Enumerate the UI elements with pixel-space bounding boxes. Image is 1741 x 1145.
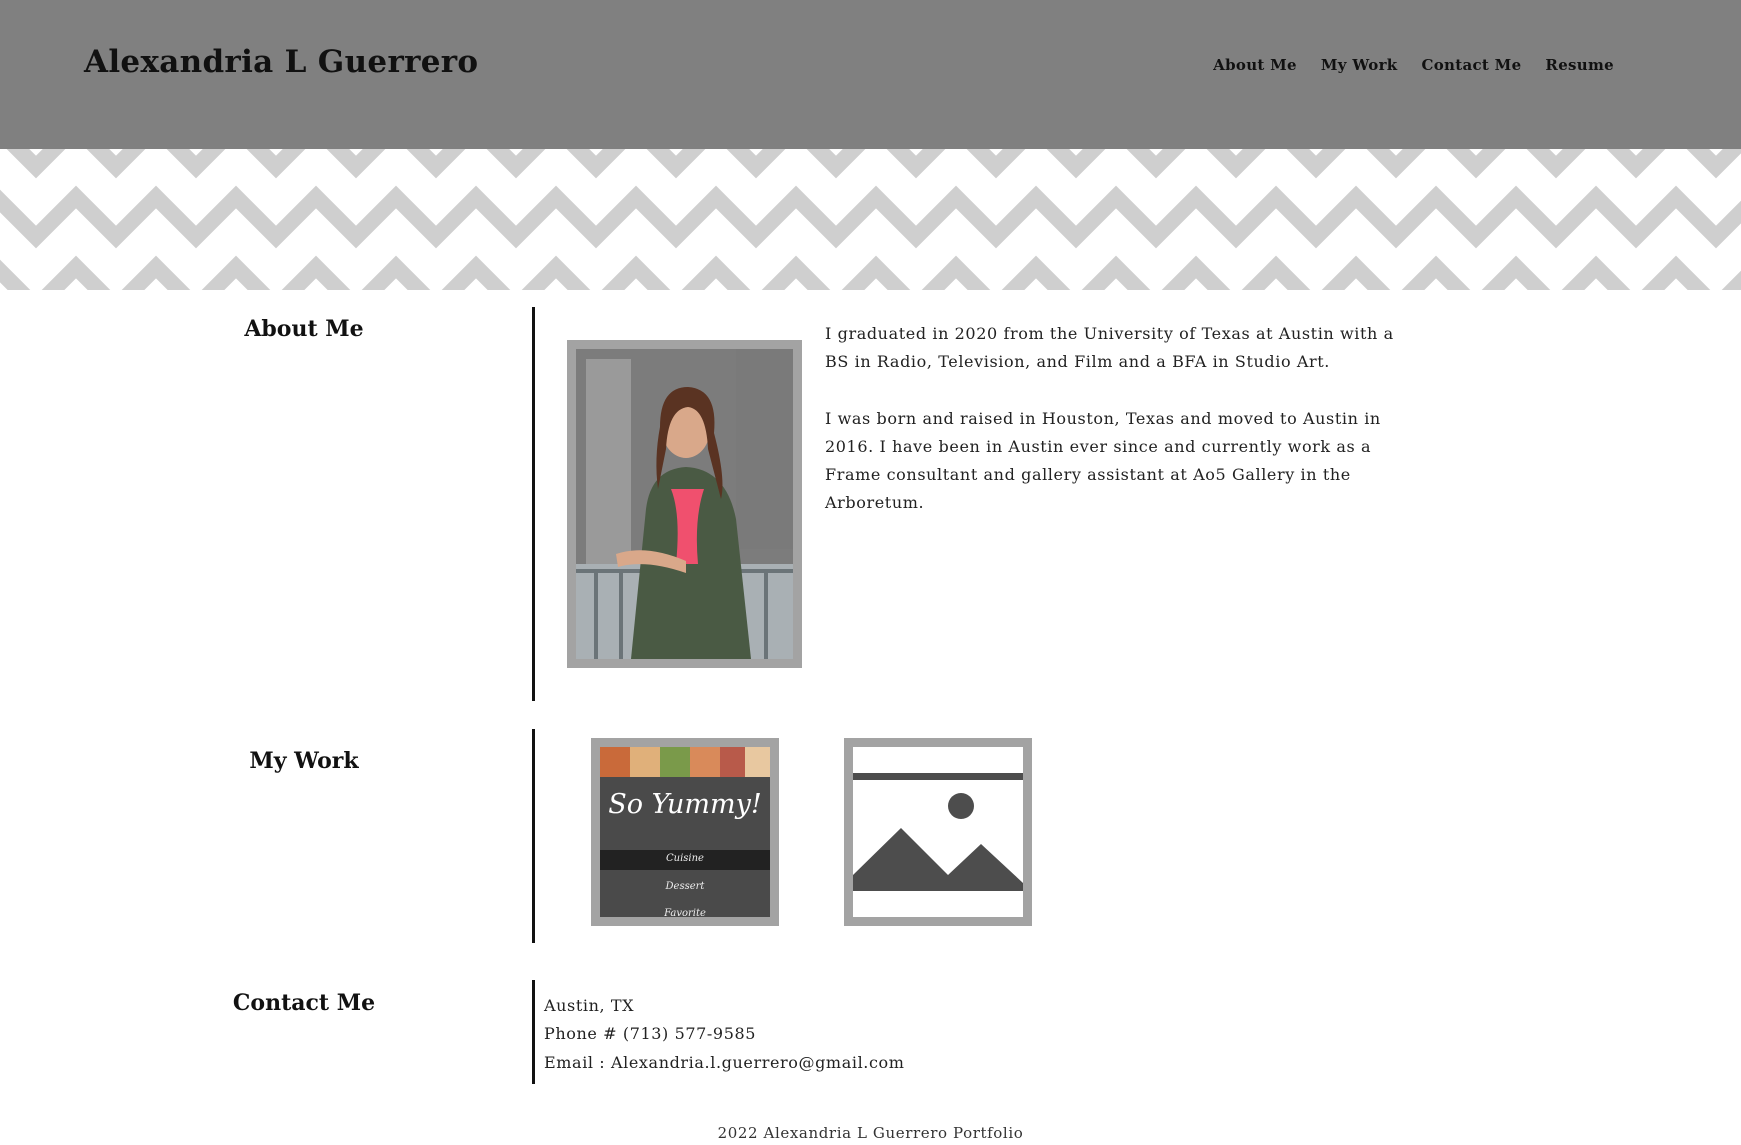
work-thumb-placeholder[interactable] — [844, 738, 1032, 926]
image-placeholder — [853, 747, 1023, 917]
so-yummy-preview: So Yummy! Cuisine Dessert Favorite — [600, 747, 770, 917]
site-title[interactable]: Alexandria L Guerrero — [84, 44, 478, 80]
contact-location: Austin, TX — [544, 996, 635, 1015]
work-divider — [532, 729, 535, 943]
image-placeholder-icon — [853, 747, 1023, 917]
contact-divider — [532, 980, 535, 1084]
site-header: Alexandria L Guerrero About Me My Work C… — [0, 0, 1741, 149]
profile-photo — [567, 340, 802, 668]
about-me-heading: About Me — [244, 316, 364, 342]
main-nav: About Me My Work Contact Me Resume — [1213, 56, 1614, 74]
my-work-heading: My Work — [249, 748, 359, 774]
about-paragraph: I graduated in 2020 from the University … — [825, 324, 1394, 372]
so-yummy-menu-item: Cuisine — [666, 853, 704, 864]
profile-photo-image — [576, 349, 793, 659]
nav-link-about-me[interactable]: About Me — [1213, 56, 1297, 74]
so-yummy-title: So Yummy! — [608, 789, 762, 820]
chevron-banner — [0, 149, 1741, 290]
footer-text: 2022 Alexandria L Guerrero Portfolio — [717, 1124, 1024, 1142]
nav-link-contact-me[interactable]: Contact Me — [1421, 56, 1521, 74]
so-yummy-menu-item: Favorite — [664, 908, 706, 917]
nav-link-my-work[interactable]: My Work — [1321, 56, 1398, 74]
contact-phone[interactable]: Phone # (713) 577-9585 — [544, 1020, 905, 1048]
chevron-pattern — [0, 149, 1741, 290]
so-yummy-menu-item: Dessert — [665, 881, 705, 892]
nav-link-resume[interactable]: Resume — [1545, 56, 1614, 74]
about-divider — [532, 307, 535, 701]
contact-info: Austin, TX Phone # (713) 577-9585 Email … — [544, 992, 905, 1077]
contact-email[interactable]: Email : Alexandria.l.guerrero@gmail.com — [544, 1049, 905, 1077]
work-thumb-so-yummy[interactable]: So Yummy! Cuisine Dessert Favorite — [591, 738, 779, 926]
contact-me-heading: Contact Me — [232, 990, 376, 1016]
about-paragraph: I was born and raised in Houston, Texas … — [825, 408, 1381, 513]
about-text: I graduated in 2020 from the University … — [825, 320, 1395, 546]
